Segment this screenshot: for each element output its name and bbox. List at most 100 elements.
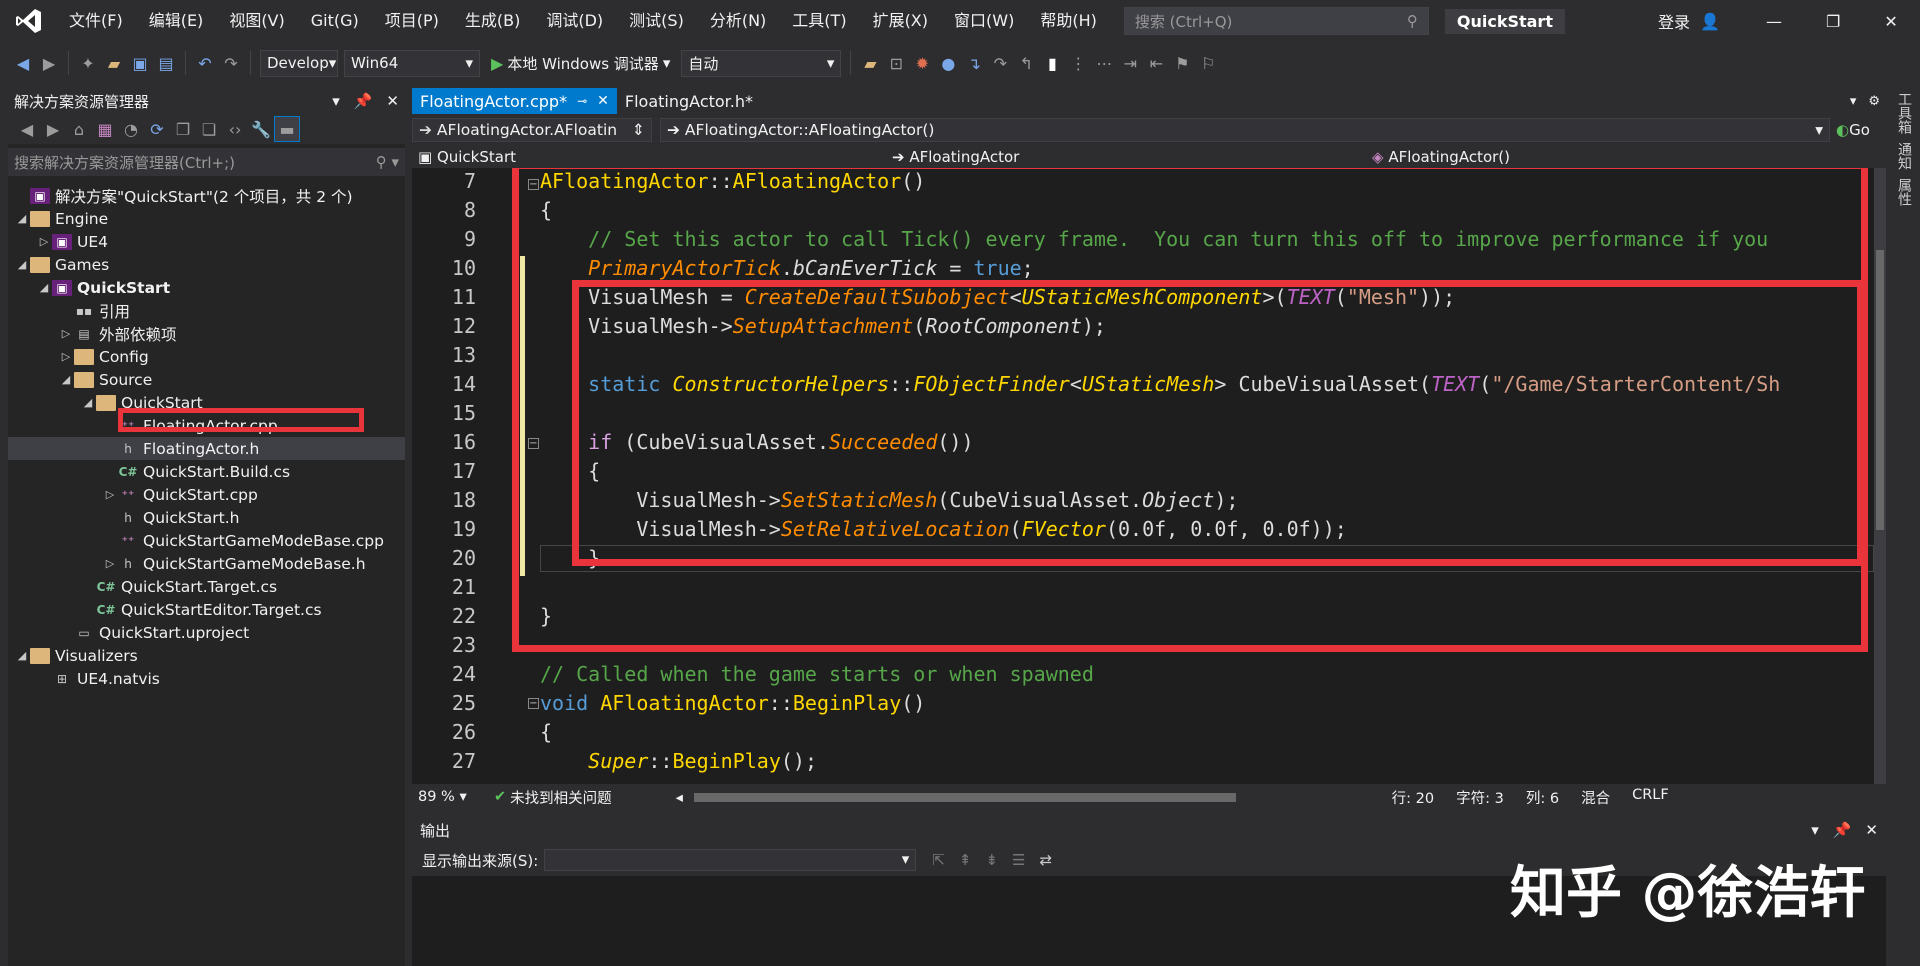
back-icon[interactable]: ◀ xyxy=(10,50,36,76)
forward-icon[interactable]: ▶ xyxy=(36,50,62,76)
output-source-select[interactable]: ▾ xyxy=(544,849,917,871)
redo-icon[interactable]: ↷ xyxy=(218,50,244,76)
menu-item[interactable]: 帮助(H) xyxy=(1027,0,1110,42)
platform-select[interactable]: Win64 ▾ xyxy=(344,49,480,77)
step-into-icon[interactable]: ↴ xyxy=(961,50,987,76)
tree-item[interactable]: ▭ QuickStart.uproject xyxy=(8,621,405,644)
menu-item[interactable]: 扩展(X) xyxy=(860,0,941,42)
h-scrollbar-thumb[interactable] xyxy=(693,793,1236,802)
word-wrap-icon[interactable]: ⇄ xyxy=(1039,851,1052,869)
project-scope[interactable]: ▣ QuickStart xyxy=(412,148,892,166)
menu-item[interactable]: 分析(N) xyxy=(697,0,779,42)
tree-item[interactable]: ⊞ UE4.natvis xyxy=(8,667,405,690)
folder-icon[interactable]: ▰ xyxy=(857,50,883,76)
menu-item[interactable]: 文件(F) xyxy=(56,0,136,42)
scope-select[interactable]: ➔ AFloatingActor.AFloatin ⇕ xyxy=(412,118,652,142)
pin-icon[interactable]: ⊸ xyxy=(577,94,587,108)
tree-item[interactable]: ▷ Config xyxy=(8,345,405,368)
menu-item[interactable]: Git(G) xyxy=(298,0,372,42)
bookmark-prev-icon[interactable]: ⚐ xyxy=(1195,50,1221,76)
expand-arrow-icon[interactable]: ◢ xyxy=(80,396,96,409)
menu-item[interactable]: 生成(B) xyxy=(452,0,533,42)
line-ending-indicator[interactable]: CRLF xyxy=(1632,787,1669,808)
build-icon[interactable]: ✹ xyxy=(909,50,935,76)
login-label[interactable]: 登录 xyxy=(1658,9,1690,33)
tree-item[interactable]: ◢ Source xyxy=(8,368,405,391)
breakpoint-icon[interactable]: ● xyxy=(935,50,961,76)
tree-item[interactable]: h QuickStart.h xyxy=(8,506,405,529)
tree-item[interactable]: ◢ Engine xyxy=(8,207,405,230)
code-line[interactable]: { xyxy=(540,718,552,747)
refresh-icon[interactable]: ⟳ xyxy=(144,116,170,142)
bookmark-icon[interactable]: ▮ xyxy=(1039,50,1065,76)
expand-arrow-icon[interactable]: ▷ xyxy=(102,488,118,501)
expand-arrow-icon[interactable]: ▷ xyxy=(36,235,52,248)
switch-views-icon[interactable]: ▦ xyxy=(92,116,118,142)
show-all-files-icon[interactable]: ❏ xyxy=(196,116,222,142)
pending-changes-icon[interactable]: ◔ xyxy=(118,116,144,142)
pane-menu-icon[interactable]: ▾ xyxy=(1811,821,1819,839)
properties-tab[interactable]: 属性 xyxy=(1894,178,1914,206)
tree-item[interactable]: ▷ ▣ UE4 xyxy=(8,230,405,253)
tab-floatingactor-h[interactable]: FloatingActor.h* xyxy=(617,88,761,114)
comment-icon[interactable]: ⋮ xyxy=(1065,50,1091,76)
expand-arrow-icon[interactable]: ▷ xyxy=(58,350,74,363)
tab-close-icon[interactable]: ✕ xyxy=(597,93,609,109)
member-select[interactable]: ➔ AFloatingActor::AFloatingActor() ▾ xyxy=(660,118,1830,142)
go-button[interactable]: ◐ Go xyxy=(1836,121,1870,139)
tab-mode-indicator[interactable]: 混合 xyxy=(1581,787,1610,808)
menu-item[interactable]: 项目(P) xyxy=(372,0,452,42)
expand-arrow-icon[interactable]: ◢ xyxy=(58,373,74,386)
tree-item[interactable]: ▷ ▤ 外部依赖项 xyxy=(8,322,405,345)
clear-all-icon[interactable]: ☰ xyxy=(1012,851,1025,869)
code-editor[interactable]: 7 AFloatingActor::AFloatingActor() 8{9 // … xyxy=(412,168,1874,784)
zoom-select[interactable]: 89 % ▾ xyxy=(412,789,486,805)
tree-item[interactable]: ◢ ▣ QuickStart xyxy=(8,276,405,299)
vertical-scrollbar[interactable] xyxy=(1874,168,1886,784)
find-message-icon[interactable]: ⇱ xyxy=(932,851,945,869)
tree-item[interactable]: ◢ Visualizers xyxy=(8,644,405,667)
gear-icon[interactable]: ⚙ xyxy=(1868,94,1880,109)
code-line[interactable]: Super::BeginPlay(); xyxy=(540,747,817,776)
code-line[interactable]: // Called when the game starts or when s… xyxy=(540,660,1094,689)
issues-indicator[interactable]: ✔ 未找到相关问题 xyxy=(494,787,612,808)
tree-item[interactable]: C# QuickStart.Build.cs xyxy=(8,460,405,483)
next-message-icon[interactable]: ⇟ xyxy=(985,851,998,869)
expand-arrow-icon[interactable]: ◢ xyxy=(14,212,30,225)
view-code-icon[interactable]: ‹› xyxy=(222,116,248,142)
function-scope[interactable]: ◈ AFloatingActor() xyxy=(1372,148,1510,166)
properties-icon[interactable]: 🔧 xyxy=(248,116,274,142)
menu-item[interactable]: 编辑(E) xyxy=(136,0,217,42)
restore-icon[interactable]: ❐ xyxy=(1826,12,1840,31)
pane-menu-icon[interactable]: ▾ xyxy=(332,92,340,110)
start-debugger-button[interactable]: ▶ 本地 Windows 调试器 ▾ xyxy=(491,53,670,74)
prev-message-icon[interactable]: ⇞ xyxy=(959,851,972,869)
menu-item[interactable]: 调试(D) xyxy=(533,0,616,42)
minimize-icon[interactable]: — xyxy=(1766,12,1782,31)
tree-item[interactable]: h FloatingActor.h xyxy=(8,437,405,460)
bookmark-next-icon[interactable]: ⚑ xyxy=(1169,50,1195,76)
collapse-all-icon[interactable]: ❐ xyxy=(170,116,196,142)
home-icon[interactable]: ⌂ xyxy=(66,116,92,142)
mode-select[interactable]: 自动 ▾ xyxy=(681,49,842,77)
close-icon[interactable]: ✕ xyxy=(1884,12,1897,31)
expand-arrow-icon[interactable]: ▷ xyxy=(58,327,74,340)
tree-item[interactable]: C# QuickStartEditor.Target.cs xyxy=(8,598,405,621)
indent-icon[interactable]: ⇥ xyxy=(1117,50,1143,76)
tab-floatingactor-cpp[interactable]: FloatingActor.cpp* ⊸ ✕ xyxy=(412,88,617,114)
tree-item[interactable]: ▪▪ 引用 xyxy=(8,299,405,322)
new-project-icon[interactable]: ✦ xyxy=(75,50,101,76)
pin-icon[interactable]: 📌 xyxy=(1833,821,1852,839)
person-add-icon[interactable]: 👤 xyxy=(1700,12,1720,31)
tree-item[interactable]: ▷ h QuickStartGameModeBase.h xyxy=(8,552,405,575)
preview-icon[interactable]: ▬ xyxy=(274,116,300,142)
configuration-select[interactable]: Develop ▾ xyxy=(260,49,338,77)
toolbox-tab[interactable]: 工具箱 xyxy=(1894,92,1914,134)
solution-search-input[interactable]: 搜索解决方案资源管理器(Ctrl+;) ⚲ ▾ xyxy=(8,148,405,176)
pane-close-icon[interactable]: ✕ xyxy=(386,92,399,110)
save-all-icon[interactable]: ▤ xyxy=(153,50,179,76)
search-box[interactable]: 搜索 (Ctrl+Q) ⚲ xyxy=(1123,7,1429,35)
pin-icon[interactable]: 📌 xyxy=(354,92,373,110)
scrollbar-thumb[interactable] xyxy=(1876,250,1884,530)
undo-icon[interactable]: ↶ xyxy=(192,50,218,76)
